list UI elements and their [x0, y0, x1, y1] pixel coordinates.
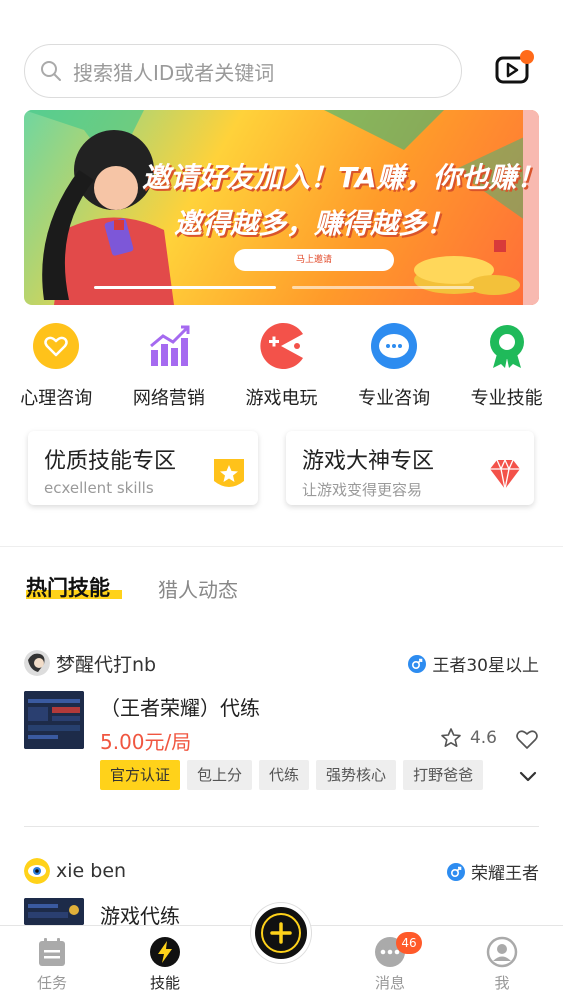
listing-separator: [24, 826, 539, 827]
listing-user-row: 梦醒代打nb 王者30星以上: [24, 648, 539, 678]
publish-button[interactable]: [251, 903, 311, 963]
listing-rating: 4.6: [440, 727, 497, 749]
nav-skills[interactable]: 技能: [135, 936, 195, 993]
nav-tasks[interactable]: 任务: [22, 936, 82, 993]
tag: 打野爸爸: [403, 760, 484, 790]
promo-banner[interactable]: 邀请好友加入！TA赚，你也赚！ 邀得越多，赚得越多！ 马上邀请: [24, 110, 539, 305]
search-placeholder: 搜索猎人ID或者关键词: [73, 60, 275, 85]
category-psychology[interactable]: 心理咨询: [0, 322, 113, 410]
section-divider: [0, 546, 563, 547]
game-screenshot-image: [24, 691, 84, 749]
tab-hot-skills[interactable]: 热门技能: [26, 572, 110, 602]
rating-value: 4.6: [469, 728, 497, 748]
skill-listing[interactable]: xie ben 荣耀王者 游戏代练: [24, 856, 539, 928]
unread-badge: 46: [396, 932, 422, 954]
category-gaming[interactable]: 游戏电玩: [225, 322, 338, 410]
video-button[interactable]: [494, 50, 534, 86]
listing-price: 5.00元/局: [100, 730, 192, 754]
app-screen: 搜索猎人ID或者关键词 邀请好友加入！TA赚，你也赚！ 邀得越多，赚得越多！ 马…: [0, 0, 563, 1000]
male-gender-icon: [447, 862, 465, 881]
search-input[interactable]: 搜索猎人ID或者关键词: [24, 44, 462, 98]
category-consulting[interactable]: 专业咨询: [338, 322, 451, 410]
game-screenshot-image: [24, 898, 84, 925]
star-badge-icon: [214, 459, 244, 487]
skill-listing[interactable]: 梦醒代打nb 王者30星以上 （王者荣耀）代练 5.00元/局 4.6 官方认证…: [24, 648, 539, 790]
tag: 强势核心: [316, 760, 397, 790]
listing-title[interactable]: （王者荣耀）代练: [100, 692, 260, 721]
listing-rank: 王者30星以上: [408, 651, 539, 676]
category-label: 心理咨询: [20, 388, 93, 409]
listing-username[interactable]: xie ben: [56, 860, 126, 882]
tag: 代练: [259, 760, 310, 790]
profile-icon: [486, 936, 518, 968]
carousel-indicator: [94, 286, 474, 289]
listing-thumbnail[interactable]: [24, 898, 84, 925]
rank-label: 荣耀王者: [471, 864, 539, 884]
carousel-dot: [292, 286, 474, 289]
tab-hunter-feed[interactable]: 猎人动态: [158, 574, 238, 603]
star-outline-icon: [441, 728, 461, 747]
category-marketing[interactable]: 网络营销: [113, 322, 226, 410]
heart-icon: [33, 323, 80, 369]
category-label: 专业咨询: [358, 388, 431, 409]
tag: 包上分: [187, 760, 253, 790]
nav-profile[interactable]: 我: [472, 936, 532, 993]
category-row: 心理咨询 网络营销 游戏电玩 专业咨询 专业技能: [0, 322, 563, 410]
nav-label: 我: [494, 974, 510, 992]
task-icon: [39, 938, 65, 966]
banner-subheadline: 邀得越多，赚得越多！: [174, 207, 455, 240]
avatar[interactable]: [24, 858, 50, 884]
carousel-dot-active: [94, 286, 276, 289]
listing-thumbnail[interactable]: [24, 691, 84, 749]
chat-bubble-icon: [371, 323, 418, 369]
chevron-down-icon[interactable]: [519, 771, 537, 783]
listing-username[interactable]: 梦醒代打nb: [56, 650, 156, 677]
nav-messages[interactable]: 46 消息: [360, 932, 422, 993]
listing-user-row: xie ben 荣耀王者: [24, 856, 539, 886]
category-skills[interactable]: 专业技能: [450, 322, 563, 410]
category-label: 网络营销: [132, 388, 205, 409]
banner-headline: 邀请好友加入！TA赚，你也赚！: [142, 161, 539, 194]
lightning-icon: [150, 937, 180, 967]
chart-icon: [149, 325, 190, 366]
search-icon: [41, 61, 61, 81]
game-master-zone[interactable]: 游戏大神专区 让游戏变得更容易: [286, 431, 534, 505]
rank-label: 王者30星以上: [432, 656, 539, 676]
notification-dot: [520, 50, 534, 64]
category-label: 游戏电玩: [245, 388, 318, 409]
diamond-icon: [490, 458, 520, 490]
quality-skills-zone[interactable]: 优质技能专区 ecxellent skills: [28, 431, 258, 505]
tag-official: 官方认证: [100, 760, 181, 790]
nav-label: 技能: [149, 974, 180, 992]
badge-icon: [489, 325, 524, 368]
listing-tags: 官方认证 包上分 代练 强势核心 打野爸爸: [100, 760, 484, 790]
avatar[interactable]: [24, 650, 50, 676]
male-gender-icon: [408, 654, 427, 673]
nav-label: 消息: [374, 974, 405, 992]
listing-rank: 荣耀王者: [447, 859, 539, 884]
plus-icon: [261, 913, 301, 953]
nav-label: 任务: [36, 974, 67, 992]
invite-now-button[interactable]: 马上邀请: [234, 249, 394, 271]
category-label: 专业技能: [470, 388, 543, 409]
pacman-icon: [260, 323, 304, 369]
banner-next-peek: [523, 110, 539, 305]
heart-outline-icon[interactable]: [515, 728, 539, 750]
